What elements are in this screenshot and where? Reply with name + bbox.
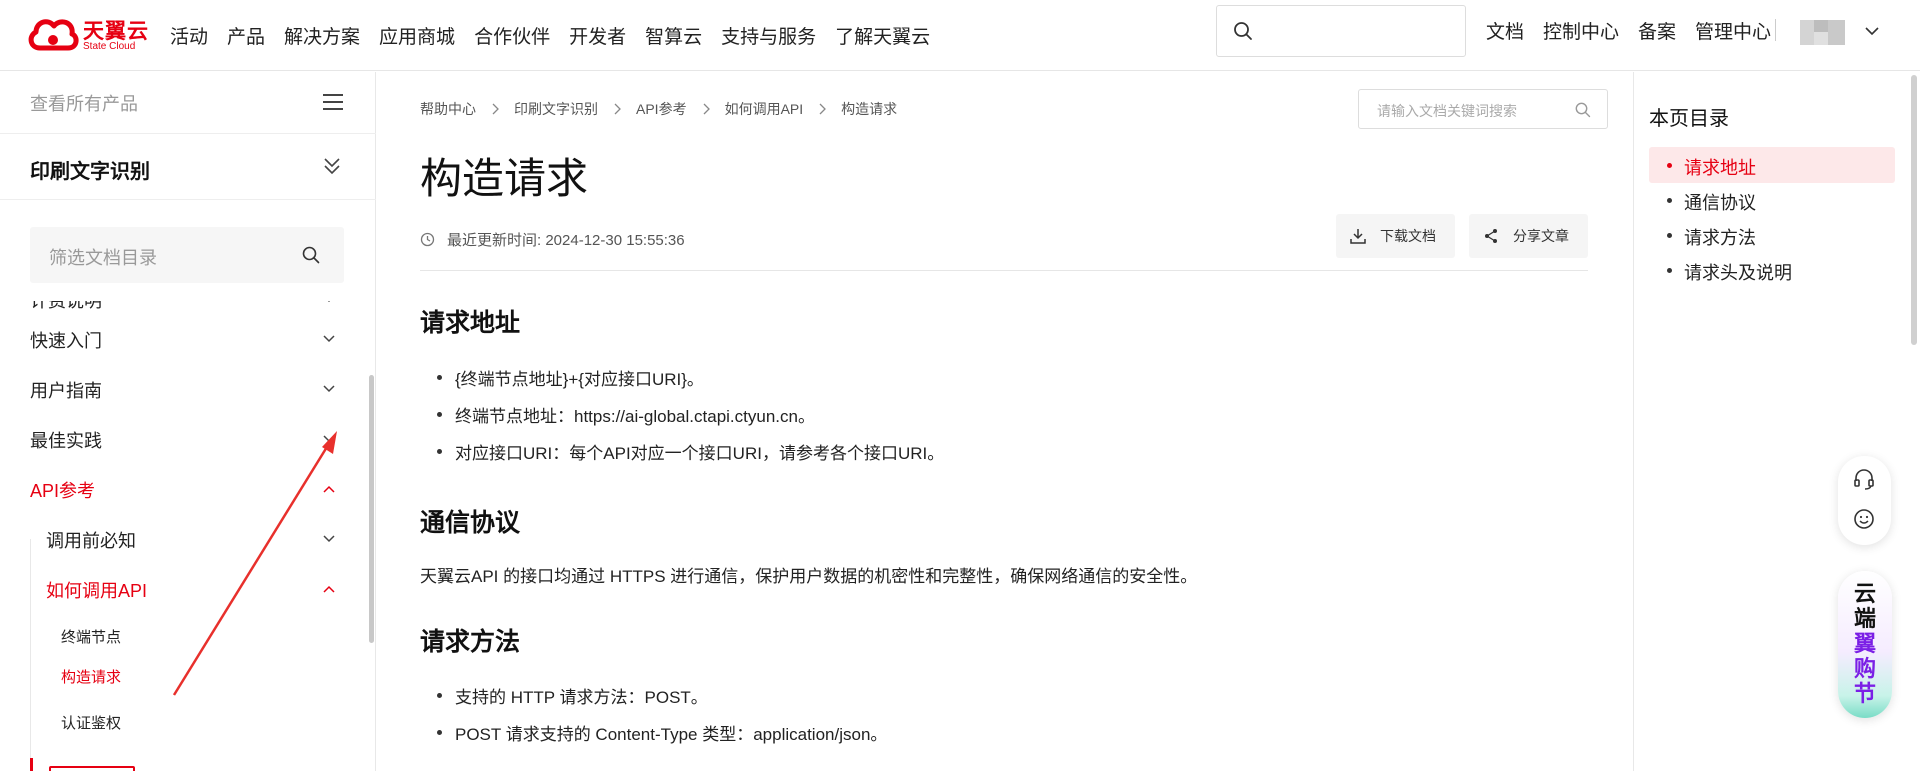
annotation-arrow-icon [172,431,337,696]
chevron-down-icon[interactable] [1864,23,1880,39]
promo-char: 节 [1853,681,1876,706]
promo-text: 云 端 翼 购 节 [1852,581,1878,706]
doc-search-placeholder: 请输入文档关键词搜索 [1377,103,1517,119]
section-heading-request-url: 请求地址 [420,309,521,337]
link-console[interactable]: 控制中心 [1543,17,1619,44]
list-item-text: {终端节点地址}+{对应接口URI}。 [455,370,704,389]
list-item: 对应接口URI：每个API对应一个接口URI，请参考各个接口URI。 [437,439,944,464]
chevron-right-icon [819,103,827,115]
section-heading-method: 请求方法 [420,628,521,656]
chevron-right-icon [614,103,621,115]
help-doc-page: 天翼云 State Cloud 活动 产品 解决方案 应用商城 合作伙伴 开发者… [0,0,1920,771]
download-icon [1350,229,1366,244]
link-docs[interactable]: 文档 [1486,17,1524,44]
promo-char: 翼 [1853,631,1876,656]
title-divider [420,270,1588,271]
float-toolbar [1838,456,1891,545]
chevron-right-icon [492,103,499,115]
toc-item-protocol[interactable]: 通信协议 [1649,182,1895,218]
toc-item-headers[interactable]: 请求头及说明 [1649,252,1895,288]
header-links: 文档 控制中心 备案 管理中心 [1486,0,1790,60]
list-item-text: POST 请求支持的 Content-Type 类型：application/j… [455,725,888,744]
breadcrumb: 帮助中心 印刷文字识别 API参考 如何调用API 构造请求 [420,98,897,120]
download-doc-button[interactable]: 下载文档 [1336,214,1455,258]
promo-char: 购 [1853,656,1876,681]
smiley-icon[interactable] [1853,508,1875,530]
user-avatar[interactable] [1800,20,1845,45]
promo-char: 端 [1853,606,1876,631]
page-title: 构造请求 [420,155,589,202]
doc-search-input[interactable]: 请输入文档关键词搜索 [1358,89,1608,129]
share-icon [1485,229,1497,243]
toc-title: 本页目录 [1649,108,1729,130]
toc-item-method[interactable]: 请求方法 [1649,217,1895,253]
nav-item-developers[interactable]: 开发者 [569,22,626,49]
clock-icon [420,232,435,246]
update-time: 最近更新时间: 2024-12-30 15:55:36 [420,228,685,250]
share-article-button[interactable]: 分享文章 [1469,214,1588,258]
search-icon [1234,22,1252,40]
list-item-text: 对应接口URI：每个API对应一个接口URI，请参考各个接口URI。 [455,444,945,463]
search-icon[interactable] [1575,102,1591,118]
promo-badge[interactable]: 云 端 翼 购 节 [1838,571,1892,718]
breadcrumb-product[interactable]: 印刷文字识别 [514,99,598,119]
list-item-text: 支持的 HTTP 请求方法：POST。 [455,688,708,707]
promo-char: 云 [1853,581,1876,606]
global-search-input[interactable] [1216,5,1466,57]
list-item: 终端节点地址：https://ai-global.ctapi.ctyun.cn。 [437,402,815,427]
toc-item-label: 请求方法 [1684,228,1756,248]
toc-item-label: 请求头及说明 [1684,263,1792,283]
breadcrumb-how-to-call[interactable]: 如何调用API [725,99,804,119]
header-divider [1775,19,1776,41]
headset-icon[interactable] [1853,468,1875,490]
page-scrollbar[interactable] [1911,75,1917,345]
breadcrumb-current: 构造请求 [841,101,898,117]
link-management[interactable]: 管理中心 [1695,17,1771,44]
list-item-text: 终端节点地址：https://ai-global.ctapi.ctyun.cn。 [455,407,815,426]
list-item: {终端节点地址}+{对应接口URI}。 [437,365,704,390]
toc-item-label: 请求地址 [1684,158,1756,178]
link-filing[interactable]: 备案 [1638,17,1676,44]
nav-item-ai-cloud[interactable]: 智算云 [645,22,702,49]
nav-item-support[interactable]: 支持与服务 [721,22,816,49]
section-heading-protocol: 通信协议 [420,509,521,537]
update-time-text: 最近更新时间: 2024-12-30 15:55:36 [447,231,685,249]
download-doc-label: 下载文档 [1380,228,1436,244]
nav-item-partners[interactable]: 合作伙伴 [474,22,550,49]
toc-item-request-url[interactable]: 请求地址 [1649,147,1895,183]
chevron-right-icon [703,103,710,115]
nav-item-about[interactable]: 了解天翼云 [835,22,930,49]
toc-item-label: 通信协议 [1684,193,1756,213]
list-item: 支持的 HTTP 请求方法：POST。 [437,683,708,708]
breadcrumb-help-center[interactable]: 帮助中心 [420,99,476,119]
protocol-paragraph: 天翼云API 的接口均通过 HTTPS 进行通信，保护用户数据的机密性和完整性，… [420,567,1198,586]
breadcrumb-api-reference[interactable]: API参考 [636,99,687,119]
list-item: POST 请求支持的 Content-Type 类型：application/j… [437,720,887,745]
share-article-label: 分享文章 [1513,228,1569,244]
